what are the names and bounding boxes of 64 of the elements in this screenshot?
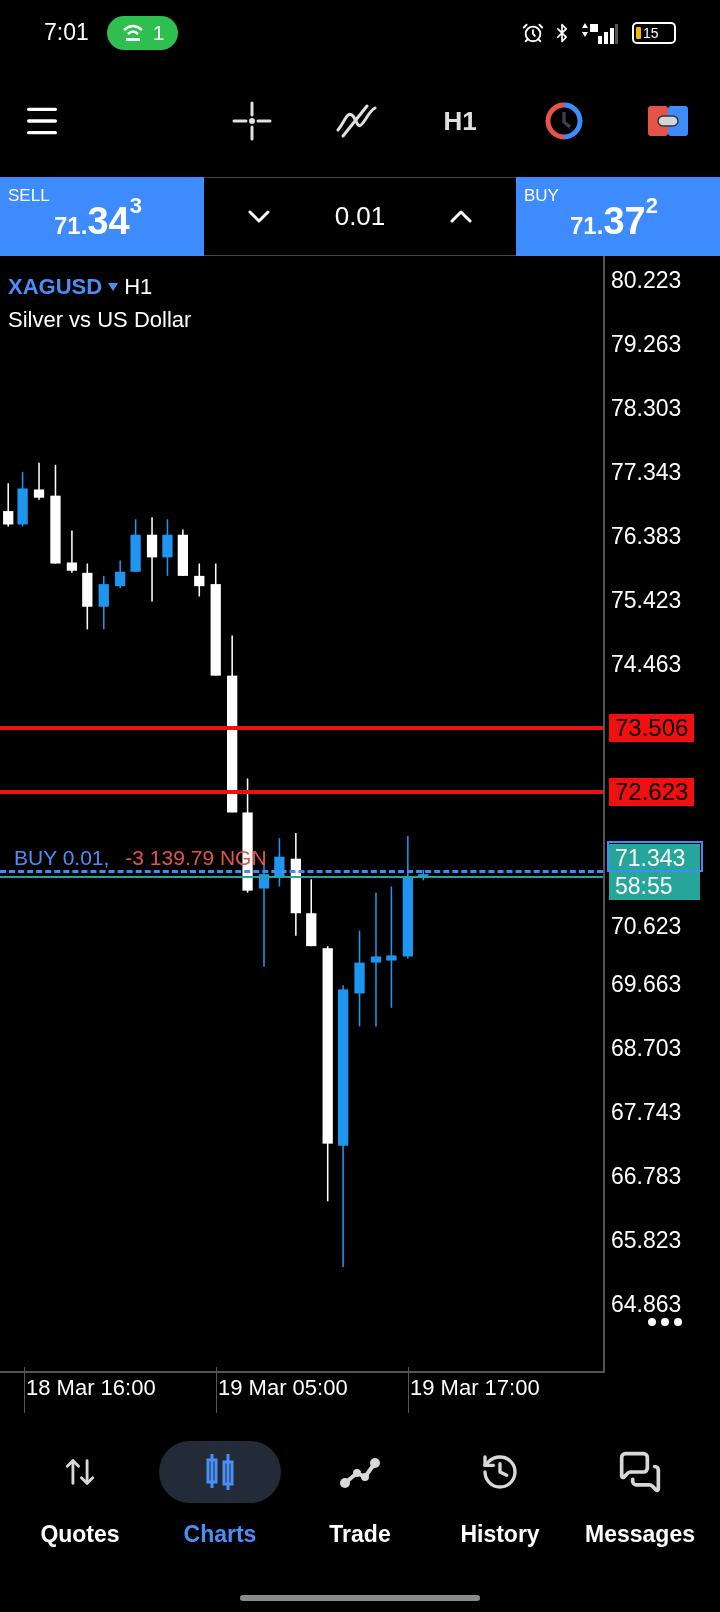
- candle: [194, 562, 205, 598]
- candle: [115, 559, 126, 589]
- nav-tab[interactable]: Quotes: [10, 1441, 150, 1552]
- price-axis-label: 65.823: [611, 1225, 682, 1255]
- position-line[interactable]: [0, 870, 603, 873]
- price-axis-label: 66.783: [611, 1161, 682, 1191]
- dropdown-icon: [108, 282, 119, 291]
- price-level-label: 72.623: [609, 778, 695, 806]
- price-axis-label: 77.343: [611, 457, 682, 487]
- price-axis-label: 79.263: [611, 329, 682, 359]
- indicators-button[interactable]: [335, 102, 377, 140]
- candle: [3, 482, 14, 528]
- more-icon[interactable]: [648, 1318, 682, 1326]
- price-axis-label: 76.383: [611, 521, 682, 551]
- nav-tab[interactable]: Trade: [290, 1441, 430, 1552]
- candle: [130, 518, 141, 573]
- candle: [162, 518, 173, 577]
- symbol-name[interactable]: XAGUSD: [8, 270, 103, 303]
- trade-button[interactable]: [648, 106, 688, 136]
- time-axis-label: 18 Mar 16:00: [26, 1375, 156, 1400]
- price-axis-label: 75.423: [611, 585, 682, 615]
- chevron-down-icon: [248, 210, 270, 223]
- price-axis-label: 74.463: [611, 649, 682, 679]
- time-axis-label: 19 Mar 05:00: [218, 1375, 348, 1400]
- symbol-description: Silver vs US Dollar: [8, 306, 192, 334]
- time-axis-label: 19 Mar 17:00: [410, 1375, 540, 1400]
- candle: [98, 575, 109, 631]
- nav-tab[interactable]: Messages: [570, 1441, 710, 1552]
- alarm-icon: [522, 21, 544, 44]
- increase-volume-button[interactable]: [450, 210, 472, 223]
- candle: [33, 461, 45, 501]
- price-axis-label: 64.863: [611, 1289, 682, 1319]
- crosshair-button[interactable]: [232, 101, 272, 141]
- candle: [66, 529, 78, 574]
- clock-button[interactable]: [543, 101, 585, 141]
- price-level-label: 73.506: [609, 714, 695, 742]
- candle: [17, 471, 28, 528]
- price-axis-label: 70.623: [611, 911, 682, 941]
- decrease-volume-button[interactable]: [248, 210, 270, 223]
- current-price: 71.343: [615, 844, 687, 872]
- volume-value[interactable]: 0.01: [334, 197, 386, 236]
- history-icon: [480, 1452, 520, 1492]
- candle: [82, 562, 93, 631]
- price-axis-label: 80.223: [611, 265, 682, 295]
- candle: [306, 878, 317, 947]
- battery-indicator: 15: [632, 21, 676, 44]
- price-axis-label: 78.303: [611, 393, 682, 423]
- messages-icon: [618, 1450, 662, 1494]
- chevron-up-icon: [450, 210, 472, 223]
- nav-tab[interactable]: History: [430, 1441, 570, 1552]
- nav-tab[interactable]: Charts: [150, 1441, 290, 1552]
- bar-countdown: 58:55: [615, 872, 674, 900]
- chart-timeframe: H1: [124, 273, 153, 301]
- hotspot-badge: 1: [106, 15, 179, 50]
- cellular-signal-icon: [580, 21, 618, 44]
- timeframe-button[interactable]: H1: [443, 101, 477, 141]
- candle: [177, 528, 188, 577]
- line-chart-icon: [339, 1455, 381, 1489]
- price-axis-label: 69.663: [611, 969, 682, 999]
- clock-time: 7:01: [44, 18, 89, 48]
- position-label: BUY 0.01,: [14, 845, 110, 871]
- candle: [274, 837, 285, 888]
- price-axis-label: 68.703: [611, 1033, 682, 1063]
- price-axis-label: 67.743: [611, 1097, 682, 1127]
